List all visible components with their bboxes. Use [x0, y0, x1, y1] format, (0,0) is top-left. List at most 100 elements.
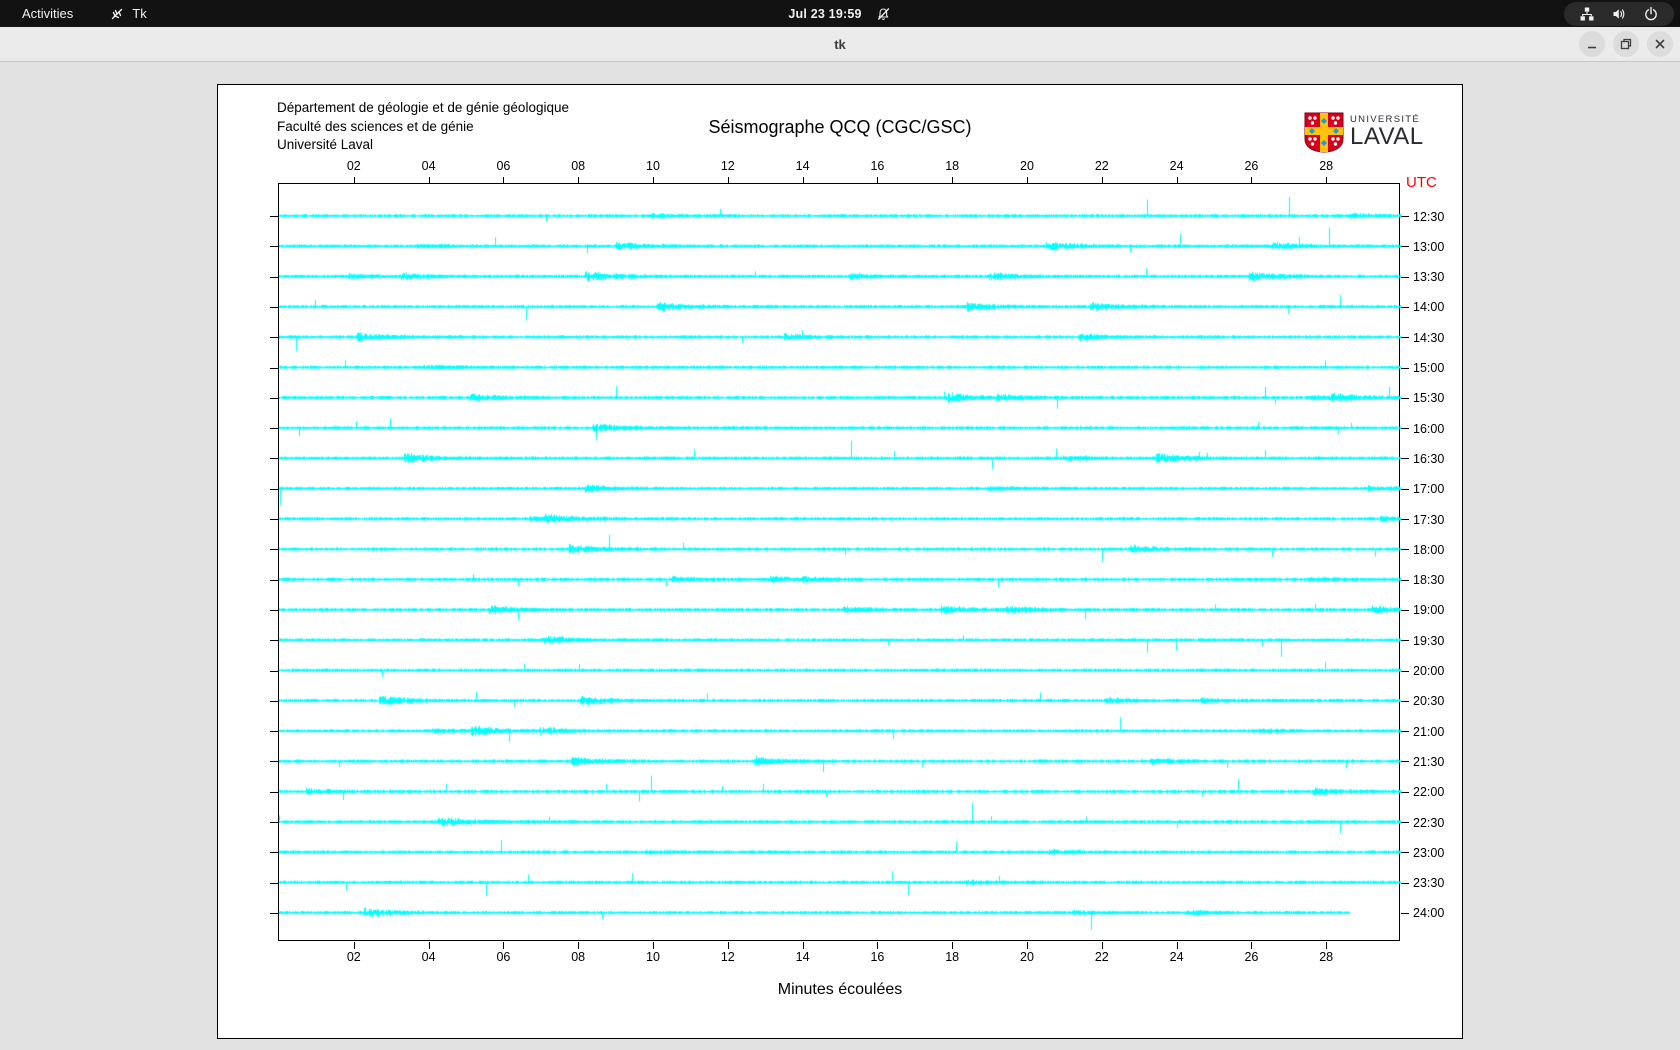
utc-time-label: 17:00 — [1413, 482, 1445, 497]
trace-tick-right — [1401, 367, 1409, 369]
app-menu-label: Tk — [132, 6, 147, 21]
trace-tick-left — [270, 276, 279, 278]
universite-laval-logo: UNIVERSITÉ LAVAL — [1304, 112, 1424, 153]
utc-time-label: 23:30 — [1413, 876, 1445, 891]
trace-tick-right — [1401, 337, 1409, 339]
x-tick-label-bottom: 12 — [720, 950, 735, 964]
x-tick-label-bottom: 06 — [496, 950, 511, 964]
trace-tick-left — [270, 367, 279, 369]
activities-button[interactable]: Activities — [14, 4, 81, 23]
trace-tick-right — [1401, 912, 1409, 914]
x-tick-label-bottom: 22 — [1094, 950, 1109, 964]
trace-tick-left — [270, 852, 279, 854]
utc-time-label: 22:30 — [1413, 815, 1445, 830]
x-tick-bottom — [877, 942, 879, 949]
utc-time-label: 14:00 — [1413, 300, 1445, 315]
trace-tick-left — [270, 609, 279, 611]
trace-tick-left — [270, 882, 279, 884]
trace-tick-left — [270, 428, 279, 430]
x-tick-top — [353, 177, 355, 184]
x-tick-label-bottom: 04 — [421, 950, 436, 964]
x-tick-label-bottom: 14 — [795, 950, 810, 964]
trace-tick-right — [1401, 822, 1409, 823]
x-tick-top — [952, 177, 954, 184]
x-tick-label-bottom: 26 — [1244, 950, 1259, 964]
trace-tick-right — [1401, 549, 1409, 551]
utc-time-label: 13:30 — [1413, 270, 1445, 285]
utc-time-label: 23:00 — [1413, 845, 1445, 860]
minimize-button[interactable] — [1579, 31, 1605, 57]
x-tick-label-top: 26 — [1244, 159, 1259, 173]
utc-time-label: 20:00 — [1413, 664, 1445, 678]
utc-time-label: 13:00 — [1413, 239, 1445, 254]
x-tick-top — [877, 177, 879, 184]
trace-tick-left — [270, 640, 279, 642]
x-tick-label-top: 14 — [795, 159, 810, 173]
trace-tick-right — [1401, 791, 1409, 793]
x-tick-label-top: 04 — [421, 159, 436, 173]
tk-feather-icon — [112, 8, 123, 19]
window-content: Département de géologie et de génie géol… — [0, 63, 1680, 1050]
clock-button[interactable]: Jul 23 19:59 — [788, 6, 891, 22]
trace-tick-left — [270, 700, 279, 702]
x-tick-label-top: 12 — [720, 159, 735, 173]
page-title: Séismographe QCQ (CGC/GSC) — [708, 117, 972, 137]
close-button[interactable] — [1647, 31, 1673, 57]
trace-tick-left — [270, 912, 279, 914]
x-tick-label-top: 22 — [1094, 159, 1109, 173]
x-tick-top — [653, 177, 654, 184]
utc-label: UTC — [1406, 174, 1437, 191]
x-tick-bottom — [727, 942, 729, 949]
x-tick-label-bottom: 24 — [1169, 950, 1184, 964]
x-tick-top — [1251, 177, 1253, 184]
x-tick-label-top: 16 — [870, 159, 885, 173]
trace-tick-left — [270, 549, 279, 551]
x-tick-bottom — [1027, 942, 1028, 949]
x-tick-label-top: 18 — [945, 159, 960, 173]
x-tick-bottom — [952, 942, 954, 949]
x-tick-label-bottom: 02 — [346, 950, 361, 964]
trace-tick-right — [1401, 519, 1409, 520]
utc-time-label: 21:00 — [1413, 724, 1445, 739]
trace-tick-left — [270, 822, 279, 823]
x-tick-bottom — [653, 942, 654, 949]
trace-tick-right — [1401, 670, 1409, 672]
trace-tick-left — [270, 488, 279, 490]
trace-tick-left — [270, 458, 279, 460]
x-tick-bottom — [1101, 942, 1103, 949]
x-tick-label-top: 02 — [346, 159, 361, 173]
trace-tick-left — [270, 761, 279, 763]
system-status-area[interactable] — [1564, 2, 1674, 26]
x-tick-label-top: 20 — [1020, 159, 1034, 173]
x-tick-bottom — [1251, 942, 1253, 949]
utc-time-label: 20:30 — [1413, 694, 1445, 709]
utc-time-label: 18:30 — [1413, 573, 1445, 588]
x-tick-bottom — [428, 942, 430, 949]
desktop-screen: Activities Tk Jul 23 19:59 tk Départemen… — [0, 0, 1680, 1050]
x-tick-label-top: 08 — [571, 159, 586, 173]
trace-tick-right — [1401, 306, 1409, 308]
laval-shield-icon — [1304, 112, 1344, 153]
utc-time-label: 15:30 — [1413, 391, 1445, 406]
logo-laval-text: LAVAL — [1350, 123, 1424, 150]
trace-tick-right — [1401, 761, 1409, 763]
x-tick-top — [727, 177, 729, 184]
x-tick-label-bottom: 16 — [870, 950, 885, 964]
clock-text: Jul 23 19:59 — [788, 6, 862, 21]
app-menu-tk[interactable]: Tk — [109, 6, 147, 22]
power-icon — [1645, 6, 1657, 21]
maximize-button[interactable] — [1613, 31, 1639, 57]
trace-tick-left — [270, 579, 279, 581]
utc-time-label: 14:30 — [1413, 330, 1445, 345]
trace-tick-right — [1401, 731, 1409, 733]
utc-time-label: 12:30 — [1413, 209, 1445, 224]
utc-time-label: 21:30 — [1413, 754, 1445, 769]
x-tick-label-top: 28 — [1319, 159, 1334, 173]
trace-tick-right — [1401, 276, 1409, 278]
x-tick-bottom — [353, 942, 355, 949]
window-title-bar: tk — [0, 27, 1680, 62]
trace-tick-left — [270, 731, 279, 733]
utc-time-label: 22:00 — [1413, 785, 1445, 800]
x-tick-top — [1326, 177, 1328, 184]
trace-tick-right — [1401, 640, 1409, 642]
